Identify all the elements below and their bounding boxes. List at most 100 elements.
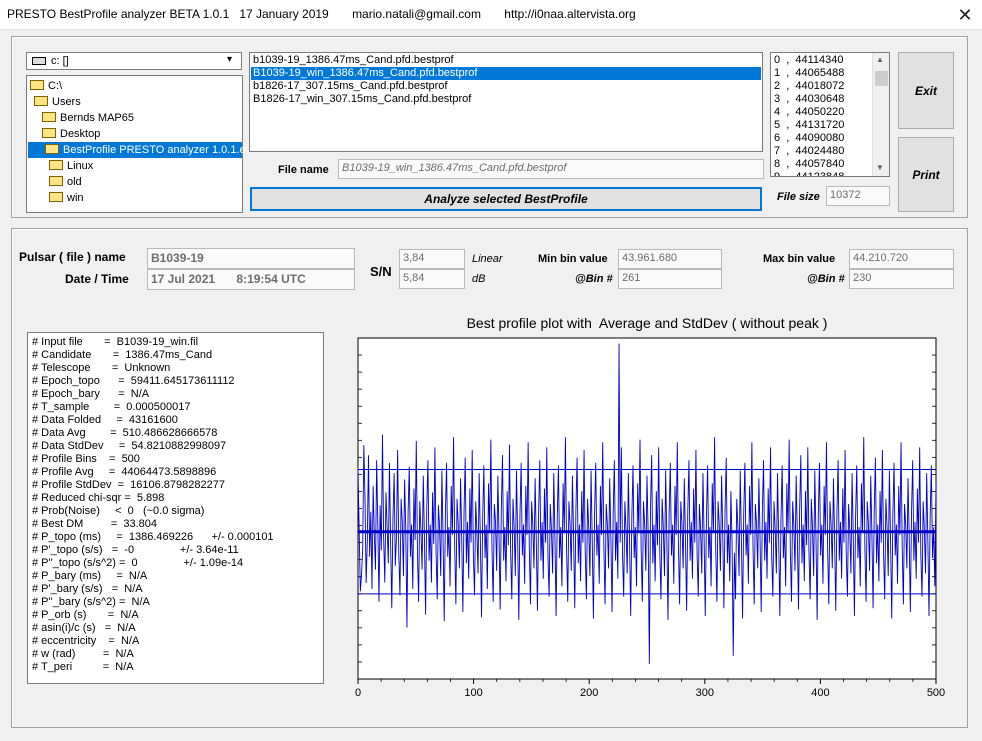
info-line: # Epoch_bary = N/A [32,388,150,400]
info-line: # asin(i)/c (s) = N/A [32,622,136,634]
folder-icon [49,192,63,203]
directory-item[interactable]: Bernds MAP65 [42,110,134,126]
folder-icon [30,80,44,91]
sn-linear-label: Linear [472,253,503,265]
info-line: # Candidate = 1386.47ms_Cand [32,349,213,361]
max-bin-label: Max bin value [763,253,836,265]
chart-title: Best profile plot with Average and StdDe… [466,315,828,331]
min-bin-index-field[interactable]: 261 [618,269,722,289]
info-line: # Data StdDev = 54.8210882998097 [32,440,227,452]
file-list-item[interactable]: b1826-17_307.15ms_Cand.pfd.bestprof [251,80,761,93]
sn-db-field[interactable]: 5,84 [399,269,465,289]
date-value: 17 Jul 2021 [151,272,216,286]
directory-label: BestProfile PRESTO analyzer 1.0.1.e [63,144,246,156]
file-name-field[interactable]: B1039-19_win_1386.47ms_Cand.pfd.bestprof [338,159,764,179]
print-button[interactable]: Print [898,137,954,212]
info-line: # P'_bary (s/s) = N/A [32,583,143,595]
directory-item[interactable]: Linux [49,158,93,174]
chevron-down-icon[interactable]: ▾ [227,54,232,65]
x-tick-label: 400 [811,687,829,699]
sn-db-label: dB [472,273,486,285]
datetime-field[interactable]: 17 Jul 2021 8:19:54 UTC [147,269,355,290]
info-line: # P_topo (ms) = 1386.469226 +/- 0.000101 [32,531,274,543]
directory-item[interactable]: win [49,190,84,206]
time-value: 8:19:54 UTC [236,272,306,286]
bin-value-item[interactable]: 2 , 44018072 [774,80,844,93]
x-tick-label: 100 [464,687,482,699]
info-line: # T_sample = 0.000500017 [32,401,191,413]
min-bin-label: Min bin value [538,253,608,265]
pulsar-name-field[interactable]: B1039-19 [147,248,355,269]
pulsar-name-label: Pulsar ( file ) name [19,250,126,264]
info-line: # Reduced chi-sqr = 5.898 [32,492,165,504]
sn-linear-field[interactable]: 3,84 [399,249,465,269]
min-bin-index-label: @Bin # [575,273,613,285]
drive-icon [32,57,46,65]
file-list-item[interactable]: B1039-19_win_1386.47ms_Cand.pfd.bestprof [251,67,761,80]
min-bin-value-field[interactable]: 43.961.680 [618,249,722,269]
directory-item[interactable]: Users [34,94,81,110]
scroll-up-icon[interactable]: ▲ [876,55,884,64]
directory-label: Linux [67,160,94,172]
sn-label: S/N [370,264,392,279]
file-size-label: File size [777,191,820,203]
bin-value-item[interactable]: 8 , 44057840 [774,158,844,171]
max-bin-index-label: @Bin # [807,273,845,285]
x-tick-label: 500 [927,687,945,699]
info-line: # Prob(Noise) < 0 (~0.0 sigma) [32,505,205,517]
info-line: # P_orb (s) = N/A [32,609,139,621]
folder-icon [42,112,56,123]
info-line: # Profile StdDev = 16106.8798282277 [32,479,225,491]
info-line: # T_peri = N/A [32,661,134,673]
file-list-item[interactable]: B1826-17_win_307.15ms_Cand.pfd.bestprof [251,93,761,106]
datetime-label: Date / Time [65,272,129,286]
directory-item[interactable]: old [49,174,82,190]
x-tick-label: 200 [580,687,598,699]
info-line: # Epoch_topo = 59411.645173611112 [32,375,235,387]
bin-value-item[interactable]: 1 , 44065488 [774,67,844,80]
x-tick-label: 0 [355,687,361,699]
info-line: # Input file = B1039-19_win.fil [32,336,199,348]
scroll-down-icon[interactable]: ▼ [876,163,884,172]
bin-value-item[interactable]: 5 , 44131720 [774,119,844,132]
profile-info-textbox[interactable]: # Input file = B1039-19_win.fil # Candida… [27,332,324,684]
scroll-thumb[interactable] [875,71,888,86]
folder-icon [42,128,56,139]
info-line: # Best DM = 33.804 [32,518,158,530]
directory-label: C:\ [48,80,63,92]
bin-value-item[interactable]: 6 , 44090080 [774,132,844,145]
file-list-item[interactable]: b1039-19_1386.47ms_Cand.pfd.bestprof [251,54,761,67]
folder-icon [49,160,63,171]
directory-item[interactable]: BestProfile PRESTO analyzer 1.0.1.e [28,142,246,158]
analyze-button[interactable]: Analyze selected BestProfile [250,187,762,211]
max-bin-value-field[interactable]: 44.210.720 [849,249,954,269]
bin-value-item[interactable]: 4 , 44050220 [774,106,844,119]
info-line: # P'_topo (s/s) = -0 +/- 3.64e-11 [32,544,239,556]
file-size-field[interactable]: 10372 [826,186,890,206]
directory-item[interactable]: Desktop [42,126,100,142]
file-list[interactable]: b1039-19_1386.47ms_Cand.pfd.bestprof B103… [249,52,763,152]
bin-value-item[interactable]: 0 , 44114340 [774,54,844,67]
window-title: PRESTO BestProfile analyzer BETA 1.0.1 1… [7,7,636,21]
bin-value-item[interactable]: 7 , 44024480 [774,145,844,158]
file-name-label: File name [278,164,329,176]
bin-value-item[interactable]: 3 , 44030648 [774,93,844,106]
bin-values-list[interactable]: 9 , 44123848 8 , 44057840 7 , 44024480 6 , … [770,52,890,177]
directory-label: Bernds MAP65 [60,112,134,124]
info-line: # P''_topo (s/s^2) = 0 +/- 1.09e-14 [32,557,244,569]
close-icon[interactable]: ✕ [950,2,980,28]
drive-label: c: [] [51,55,69,67]
bin-list-scrollbar[interactable]: ▲ ▼ [872,53,889,176]
x-tick-label: 300 [696,687,714,699]
bin-value-item[interactable]: 9 , 44123848 [774,171,844,176]
folder-icon [45,144,59,155]
directory-label: win [67,192,84,204]
info-line: # Telescope = Unknown [32,362,171,374]
directory-item[interactable]: C:\ [30,78,62,94]
folder-icon [34,96,48,107]
max-bin-index-field[interactable]: 230 [849,269,954,289]
drive-select[interactable]: c: [] ▾ [26,52,242,70]
title-bar: PRESTO BestProfile analyzer BETA 1.0.1 1… [0,0,982,30]
directory-list[interactable]: C:\ Users Bernds MAP65 Desktop BestProfile P… [26,75,246,213]
exit-button[interactable]: Exit [898,52,954,129]
